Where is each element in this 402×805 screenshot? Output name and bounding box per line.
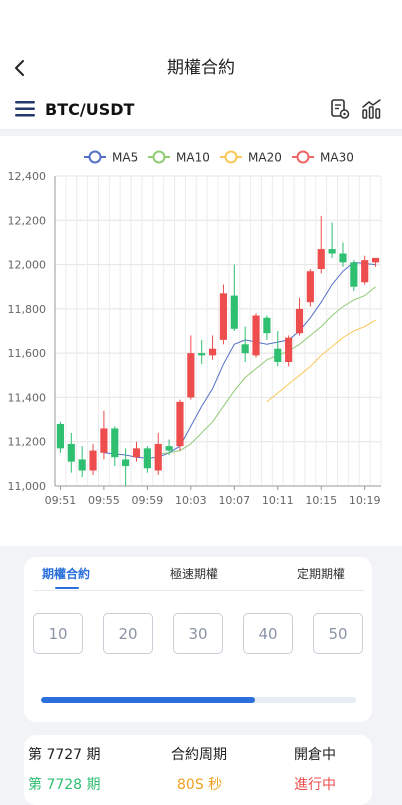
page-title: 期權合約 (167, 58, 235, 78)
legend-label: MA10 (176, 151, 210, 165)
progress-fill (41, 697, 256, 703)
candle-body (317, 249, 325, 269)
candle-body (100, 428, 108, 453)
x-tick-label: 09:59 (132, 494, 164, 507)
candle-body (274, 348, 282, 362)
candle-body (241, 344, 249, 354)
candle-body (295, 308, 304, 334)
candle-body (285, 337, 293, 362)
legend-label: MA20 (248, 151, 282, 165)
pair-bar: BTC/USDT (0, 90, 402, 130)
candle-body (56, 424, 65, 449)
tab-option-contract[interactable]: 期權合約 (42, 565, 90, 583)
x-tick-label: 10:07 (218, 494, 250, 507)
x-tick-label: 09:51 (45, 494, 77, 507)
tab-divider (34, 590, 364, 591)
legend-marker (88, 150, 102, 164)
duration-option-30[interactable]: 30 (173, 613, 223, 654)
tab-fixed-option[interactable]: 定期期權 (297, 565, 345, 583)
candle-body (350, 262, 358, 287)
candle-body (198, 353, 206, 356)
next-period: 第 7728 期 (28, 777, 101, 793)
duration-option-20[interactable]: 20 (103, 613, 153, 654)
x-tick-label: 10:19 (349, 494, 381, 507)
y-tick-label: 11,400 (8, 391, 47, 404)
legend-marker (224, 150, 238, 164)
candle-body (328, 249, 336, 254)
x-tick-label: 09:55 (88, 494, 120, 507)
x-tick-label: 10:03 (175, 494, 207, 507)
candle-body (263, 317, 271, 334)
y-tick-label: 11,200 (8, 436, 47, 449)
status-label: 開倉中 (294, 747, 336, 763)
y-tick-label: 11,000 (8, 480, 47, 493)
tab-speed-option[interactable]: 極速期權 (170, 565, 218, 583)
candle-body (89, 450, 97, 471)
candlestick-chart[interactable]: 12,400 12,200 12,000 11,800 11,600 11,400 11,2… (0, 136, 402, 546)
y-tick-label: 12,400 (8, 170, 47, 183)
bar-chart-icon[interactable] (361, 98, 383, 120)
candle-body (111, 428, 119, 458)
duration-option-10[interactable]: 10 (33, 613, 83, 654)
candle-body (361, 260, 369, 283)
cycle-value: 80S 秒 (177, 777, 223, 793)
candle-body (78, 459, 86, 471)
period-panel: 第 7727 期 合約周期 開倉中 第 7728 期 80S 秒 進行中 (24, 735, 372, 805)
candle-body (154, 443, 162, 471)
candle-body (219, 293, 228, 340)
document-settings-icon[interactable] (330, 98, 350, 120)
y-tick-label: 11,800 (8, 303, 47, 316)
y-tick-label: 12,200 (8, 214, 47, 227)
y-tick-label: 11,600 (8, 347, 47, 360)
candle-body (339, 253, 347, 263)
candle-body (122, 459, 130, 467)
duration-option-40[interactable]: 40 (243, 613, 293, 654)
duration-option-50[interactable]: 50 (313, 613, 363, 654)
chart-canvas: 12,400 12,200 12,000 11,800 11,600 11,400 11,2… (8, 150, 382, 507)
legend-marker (152, 150, 166, 164)
candle-body (230, 295, 238, 329)
top-bar: 期權合約 (0, 0, 402, 90)
candle-body (132, 448, 141, 458)
candle-body (208, 348, 217, 356)
candle-body (165, 446, 173, 451)
countdown-progress-bar (41, 697, 356, 703)
candle-body (371, 257, 380, 263)
current-period: 第 7727 期 (28, 747, 101, 763)
x-tick-label: 10:11 (262, 494, 294, 507)
legend-label: MA30 (320, 151, 354, 165)
candle-body (187, 353, 195, 398)
next-status: 進行中 (294, 777, 336, 793)
candle-body (176, 401, 184, 447)
cycle-label: 合約周期 (171, 747, 227, 763)
option-panel: 期權合約 極速期權 定期期權 10 20 30 40 50 (24, 557, 372, 722)
candle-body (252, 315, 260, 356)
candle-body (67, 443, 75, 462)
active-tab-indicator (55, 587, 79, 589)
legend-marker (296, 150, 310, 164)
hamburger-menu-icon[interactable] (15, 100, 35, 118)
x-tick-label: 10:15 (305, 494, 337, 507)
legend-label: MA5 (112, 151, 138, 165)
y-tick-label: 12,000 (8, 259, 47, 272)
candle-body (306, 271, 314, 303)
trading-pair-label[interactable]: BTC/USDT (45, 99, 134, 121)
candle-body (143, 448, 151, 469)
